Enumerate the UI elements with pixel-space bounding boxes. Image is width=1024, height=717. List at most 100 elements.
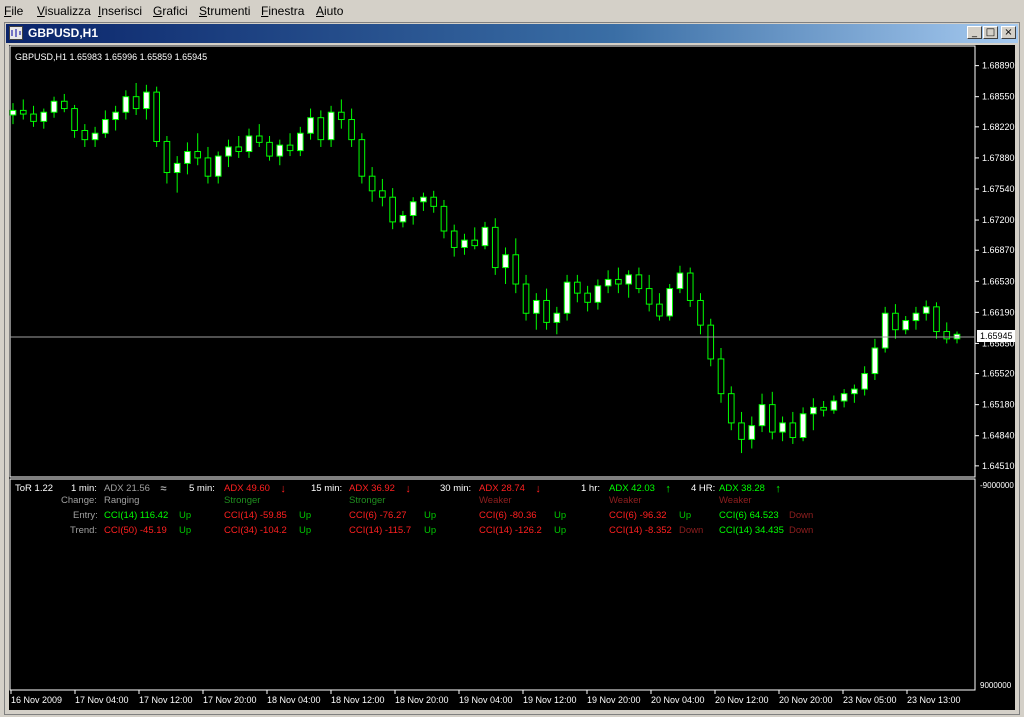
time-tick-label: 18 Nov 12:00 [331,695,385,705]
bull-candle [143,91,150,110]
bear-candle [440,205,448,232]
entry-direction: Up [679,510,691,521]
adx-value: ADX 38.28 [719,483,765,494]
bull-candle [799,413,807,439]
menu-finestra[interactable]: Finestra [261,4,304,18]
entry-cci: CCI(6) -76.27 [349,510,407,521]
bear-candle [450,230,458,248]
bull-candle [502,254,509,269]
bear-candle [686,272,694,301]
timeframe-label: 5 min: [189,483,215,494]
menu-bar: File Visualizza Inserisci Grafici Strumenti F… [0,0,1024,22]
entry-cci: CCI(14) 116.42 [104,510,168,521]
time-tick-label: 19 Nov 04:00 [459,695,513,705]
bull-candle [830,400,838,411]
bear-candle [645,288,653,305]
time-tick-label: 23 Nov 05:00 [843,695,897,705]
trend-cci: CCI(50) -45.19 [104,525,167,536]
bear-candle [60,100,68,110]
bull-candle [307,117,314,134]
bull-candle [758,404,766,427]
entry-label: Entry: [73,510,98,521]
bear-candle [727,393,735,424]
menu-strumenti[interactable]: Strumenti [199,4,250,18]
trend-cci: CCI(14) -115.7 [349,525,411,536]
bear-candle [19,109,27,115]
adx-value: ADX 21.56 [104,483,150,494]
change-status: Weaker [479,495,512,506]
bear-candle [471,239,479,247]
indicator-tick-label: -9000000 [980,481,1014,490]
chart-area[interactable]: GBPUSD,H1 1.65983 1.65996 1.65859 1.6594… [9,45,1015,710]
bull-candle [225,146,232,157]
trend-label: Trend: [70,525,97,536]
time-tick-label: 18 Nov 20:00 [395,695,449,705]
price-tick-label: 1.65520 [982,369,1015,379]
bull-candle [245,135,253,153]
close-button[interactable]: × [1001,26,1016,39]
bull-candle [666,288,674,317]
bear-candle [338,111,345,121]
current-price-label: 1.65945 [980,331,1013,341]
bull-candle [9,109,17,116]
bear-candle [286,144,294,152]
menu-inserisci[interactable]: Inserisci [98,4,142,18]
bull-candle [912,312,920,322]
bear-candle [943,331,951,340]
change-status: Stronger [224,495,260,506]
entry-direction: Up [179,510,191,521]
menu-file[interactable]: File [4,4,23,18]
ranging-icon: ≈ [160,483,166,495]
bear-candle [71,108,78,131]
arrow-down-icon: ↓ [535,483,541,495]
bull-candle [779,422,786,433]
bull-candle [625,274,632,285]
time-tick-label: 19 Nov 20:00 [587,695,641,705]
bull-candle [902,320,910,331]
bear-candle [933,306,940,333]
bear-candle [194,151,202,159]
bull-candle [184,151,191,164]
change-status: Weaker [719,495,752,506]
trend-direction: Up [554,525,566,536]
menu-aiuto[interactable]: Aiuto [316,4,343,18]
restore-button[interactable]: □ [983,26,998,39]
bear-candle [717,358,725,395]
menu-visualizza[interactable]: Visualizza [37,4,91,18]
bear-candle [153,91,160,142]
bull-candle [112,111,119,121]
entry-direction: Up [299,510,311,521]
arrow-down-icon: ↓ [280,483,286,495]
timeframe-label: 30 min: [440,483,471,494]
chart-header: GBPUSD,H1 1.65983 1.65996 1.65859 1.6594… [15,52,207,62]
bear-candle [543,299,550,323]
bull-candle [481,226,489,247]
trend-cci: CCI(14) -126.2 [479,525,542,536]
bull-candle [553,312,561,323]
trend-direction: Down [679,525,703,536]
bull-candle [50,100,58,113]
entry-direction: Up [424,510,436,521]
bull-candle [861,373,868,390]
menu-grafici[interactable]: Grafici [153,4,188,18]
trend-direction: Up [179,525,191,536]
bull-candle [399,214,407,223]
indicator-tick-label: 9000000 [980,681,1012,690]
adx-value: ADX 42.03 [609,483,655,494]
trend-cci: CCI(14) 34.435 [719,525,784,536]
bull-candle [40,111,48,122]
minimize-button[interactable]: _ [967,26,982,39]
bear-candle [615,278,622,285]
bull-candle [922,306,930,314]
arrow-down-icon: ↓ [405,483,411,495]
bear-candle [348,119,355,141]
trend-direction: Up [424,525,436,536]
time-tick-label: 16 Nov 2009 [11,695,62,705]
time-tick-label: 23 Nov 13:00 [907,695,961,705]
time-tick-label: 20 Nov 04:00 [651,695,705,705]
change-status: Ranging [104,495,139,506]
bull-candle [748,425,756,440]
chart-window-icon [9,26,23,40]
chart-window-titlebar[interactable]: GBPUSD,H1 _ □ × [6,24,1018,43]
change-status: Stronger [349,495,385,506]
